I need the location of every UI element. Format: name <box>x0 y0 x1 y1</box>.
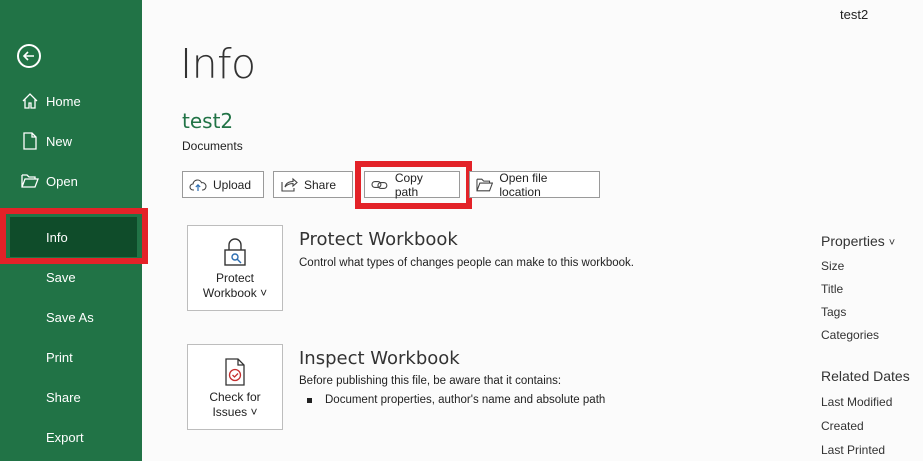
share-button[interactable]: Share <box>273 171 353 198</box>
date-last-modified: Last Modified <box>821 395 893 409</box>
sidebar-item-home[interactable]: Home <box>0 81 142 121</box>
protect-tile-line1: Protect <box>215 271 254 285</box>
property-tags: Tags <box>821 305 847 319</box>
new-document-icon <box>20 131 40 151</box>
open-file-location-label: Open file location <box>499 170 548 199</box>
sidebar-item-label: Print <box>46 349 73 365</box>
file-name: test2 <box>182 109 234 133</box>
date-created: Created <box>821 419 864 433</box>
inspect-workbook-title: Inspect Workbook <box>299 348 460 369</box>
sidebar-item-label: Info <box>46 229 68 245</box>
properties-dropdown[interactable]: Properties ˅ <box>821 233 895 249</box>
protect-workbook-desc: Control what types of changes people can… <box>299 257 634 269</box>
inspect-tile-line2: Issues ˅ <box>212 405 258 419</box>
window-doc-name: test2 <box>840 7 869 22</box>
file-location: Documents <box>182 139 243 153</box>
lock-icon <box>224 238 246 266</box>
copy-path-label: Copy path <box>394 170 423 199</box>
upload-cloud-icon <box>189 178 207 191</box>
sidebar-item-label: Save <box>46 269 76 285</box>
inspect-workbook-desc: Before publishing this file, be aware th… <box>299 375 562 387</box>
chevron-down-icon: ˅ <box>888 237 896 249</box>
sidebar-item-label: Open <box>46 173 78 189</box>
property-categories: Categories <box>821 328 880 342</box>
chevron-down-icon: ˅ <box>260 286 268 300</box>
sidebar-item-label: Save As <box>46 309 94 325</box>
arrow-left-icon <box>22 51 34 61</box>
backstage-sidebar: Home New Open Info Save Save As Print Sh… <box>0 0 142 461</box>
page-title: Info <box>180 40 256 88</box>
sidebar-item-new[interactable]: New <box>0 121 142 161</box>
sidebar-item-label: Export <box>46 429 84 445</box>
sidebar-item-save-as[interactable]: Save As <box>0 297 142 337</box>
folder-icon <box>476 178 494 191</box>
sidebar-item-label: New <box>46 133 73 149</box>
sidebar-item-open[interactable]: Open <box>0 161 142 201</box>
copy-path-button[interactable]: Copy path <box>364 170 460 199</box>
inspect-document-icon <box>225 358 245 386</box>
date-last-printed: Last Printed <box>821 443 886 457</box>
share-label: Share <box>304 177 337 192</box>
protect-workbook-button[interactable]: Protect Workbook ˅ <box>187 225 283 311</box>
open-file-location-button[interactable]: Open file location <box>469 170 600 199</box>
bullet-icon <box>307 397 312 403</box>
upload-label: Upload <box>213 177 252 192</box>
related-dates-heading: Related Dates <box>821 368 910 384</box>
protect-workbook-title: Protect Workbook <box>299 229 458 250</box>
sidebar-item-info[interactable]: Info <box>10 217 137 257</box>
upload-button[interactable]: Upload <box>182 171 264 198</box>
sidebar-item-label: Share <box>46 389 81 405</box>
sidebar-item-share[interactable]: Share <box>0 377 142 417</box>
property-size: Size <box>821 259 845 273</box>
chevron-down-icon: ˅ <box>250 405 258 419</box>
list-item: Document properties, author's name and a… <box>307 394 605 406</box>
home-icon <box>20 91 40 111</box>
back-button[interactable] <box>17 44 41 68</box>
sidebar-item-print[interactable]: Print <box>0 337 142 377</box>
share-icon <box>281 177 298 192</box>
sidebar-item-export[interactable]: Export <box>0 417 142 457</box>
sidebar-item-save[interactable]: Save <box>0 257 142 297</box>
open-folder-icon <box>20 171 40 191</box>
link-icon <box>371 180 388 189</box>
protect-tile-line2: Workbook ˅ <box>202 286 268 300</box>
check-for-issues-button[interactable]: Check for Issues ˅ <box>187 344 283 430</box>
sidebar-item-label: Home <box>46 93 81 109</box>
inspect-tile-line1: Check for <box>209 390 261 404</box>
property-title: Title <box>821 282 844 296</box>
